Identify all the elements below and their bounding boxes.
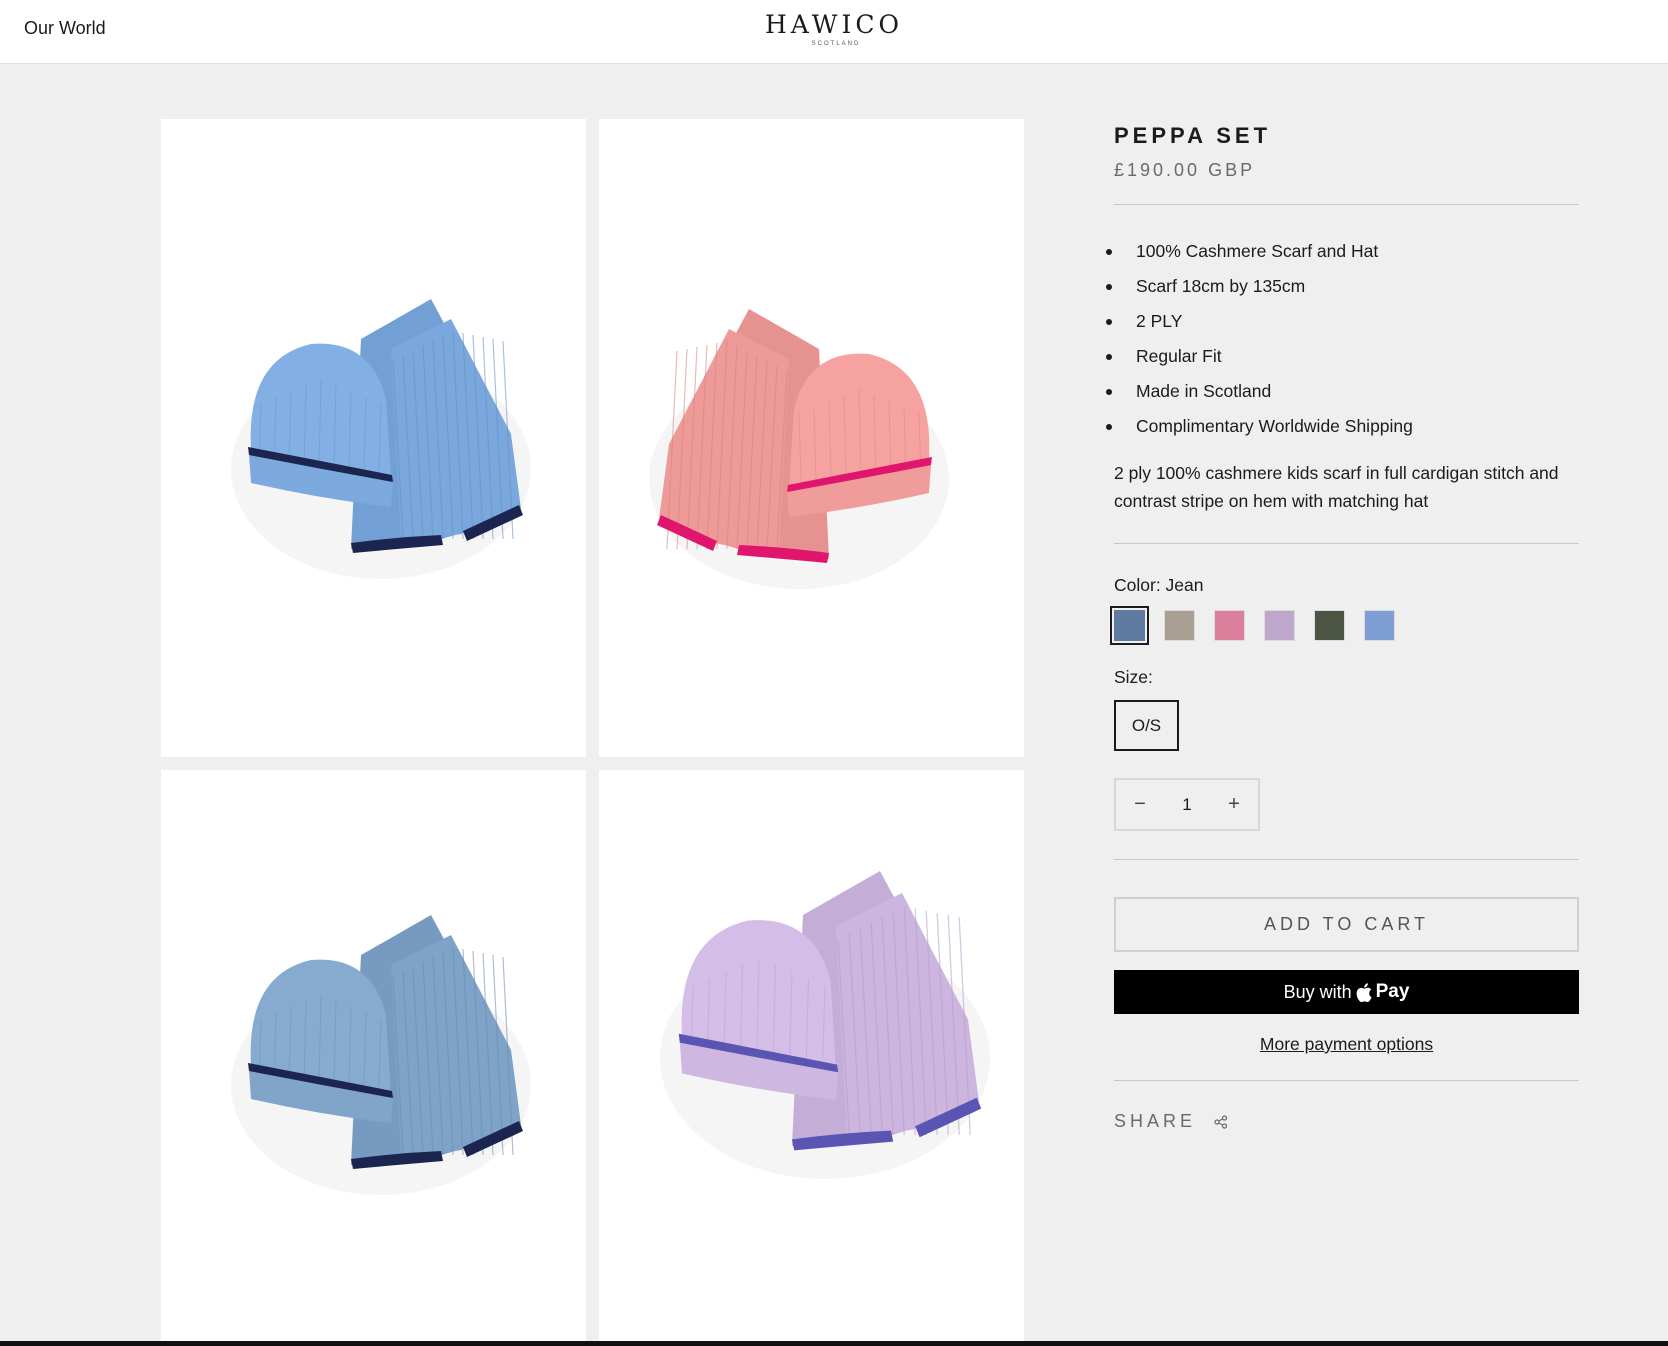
color-swatch-group: [1110, 606, 1579, 645]
share-label: SHARE: [1114, 1111, 1197, 1131]
feature-item: 2 PLY: [1106, 304, 1579, 339]
size-option-os[interactable]: O/S: [1114, 700, 1179, 751]
color-swatch-6[interactable]: [1364, 610, 1395, 641]
more-payment-options-link[interactable]: More payment options: [1114, 1034, 1579, 1055]
color-swatch-5[interactable]: [1314, 610, 1345, 641]
product-description: 2 ply 100% cashmere kids scarf in full c…: [1114, 463, 1559, 511]
share-button[interactable]: SHARE: [1114, 1111, 1579, 1132]
color-swatch-1[interactable]: [1110, 606, 1149, 645]
share-icon: [1214, 1114, 1228, 1129]
feature-item: 100% Cashmere Scarf and Hat: [1106, 234, 1579, 269]
product-image-3[interactable]: [161, 770, 586, 1346]
apple-pay-buy-with: Buy with: [1283, 981, 1352, 1002]
divider: [1114, 204, 1579, 205]
color-label: Color: Jean: [1114, 575, 1204, 595]
color-swatch-4[interactable]: [1264, 610, 1295, 641]
feature-item: Made in Scotland: [1106, 374, 1579, 409]
feature-list: 100% Cashmere Scarf and Hat Scarf 18cm by…: [1106, 234, 1579, 444]
brand-logo[interactable]: HAWICO SCOTLAND: [0, 10, 1668, 48]
site-header: Our World HAWICO SCOTLAND: [0, 0, 1668, 64]
divider: [1114, 543, 1579, 544]
product-info-panel: PEPPA SET £190.00 GBP 100% Cashmere Scar…: [1106, 110, 1579, 1132]
hat-and-scarf-illustration: [231, 915, 531, 1195]
color-swatch-3[interactable]: [1214, 610, 1245, 641]
product-image-2[interactable]: [599, 119, 1024, 757]
product-price: £190.00 GBP: [1114, 160, 1256, 180]
feature-item: Scarf 18cm by 135cm: [1106, 269, 1579, 304]
quantity-increase-button[interactable]: +: [1210, 793, 1258, 816]
apple-pay-button[interactable]: Buy with Pay: [1114, 970, 1579, 1014]
bottom-edge-bar: [0, 1341, 1668, 1346]
quantity-stepper: − 1 +: [1114, 778, 1260, 831]
feature-item: Complimentary Worldwide Shipping: [1106, 409, 1579, 444]
size-label: Size:: [1114, 667, 1153, 687]
add-to-cart-button[interactable]: ADD TO CART: [1114, 897, 1579, 952]
feature-item: Regular Fit: [1106, 339, 1579, 374]
product-image-4[interactable]: [599, 770, 1024, 1346]
hat-and-scarf-illustration: [231, 299, 531, 579]
divider: [1114, 1080, 1579, 1081]
divider: [1114, 859, 1579, 860]
apple-pay-brand: Pay: [1375, 981, 1410, 1002]
hat-and-scarf-illustration: [660, 871, 990, 1179]
logo-wordmark: HAWICO: [764, 10, 904, 39]
quantity-value[interactable]: 1: [1164, 795, 1210, 815]
color-swatch-2[interactable]: [1164, 610, 1195, 641]
hat-and-scarf-illustration: [649, 309, 949, 589]
apple-logo-icon: [1356, 982, 1372, 1002]
quantity-decrease-button[interactable]: −: [1116, 793, 1164, 816]
product-title: PEPPA SET: [1114, 123, 1272, 148]
product-image-1[interactable]: [161, 119, 586, 757]
logo-subtitle: SCOTLAND: [811, 41, 861, 47]
